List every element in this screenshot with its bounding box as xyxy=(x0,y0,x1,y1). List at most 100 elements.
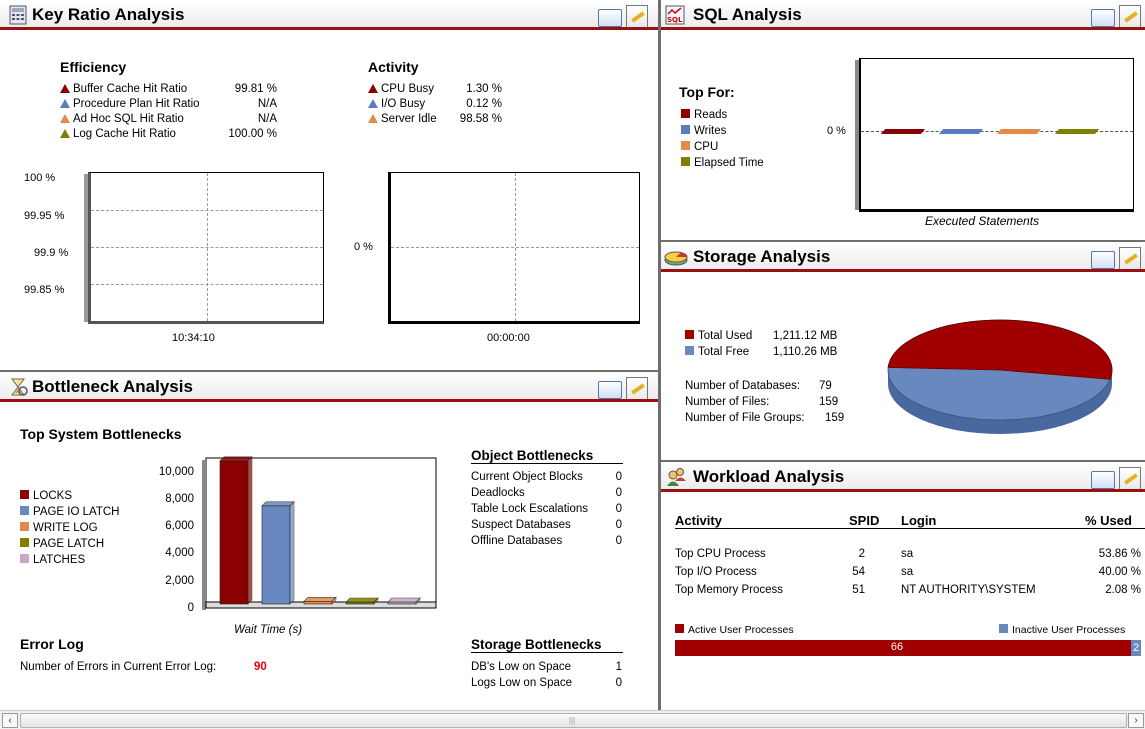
scroll-left-button[interactable]: ‹ xyxy=(2,713,18,728)
workload-header-buttons xyxy=(1091,465,1145,492)
object-bottleneck-value: 0 xyxy=(615,503,622,515)
active-legend: Active User Processes xyxy=(675,624,794,636)
workload-activity: Top CPU Process xyxy=(675,548,766,560)
bottleneck-bar-top xyxy=(261,501,295,507)
triangle-icon xyxy=(368,84,378,93)
edit-icon[interactable] xyxy=(626,377,648,401)
efficiency-item: Buffer Cache Hit Ratio xyxy=(60,83,187,95)
sql-legend-item: CPU xyxy=(681,141,718,153)
key-ratio-panel: Key Ratio Analysis Efficiency Buffer Cac… xyxy=(0,0,658,370)
bottleneck-legend-item: PAGE LATCH xyxy=(20,538,104,550)
storage-panel: Storage Analysis Total Used 1,211.12 MB To… xyxy=(661,242,1145,460)
x-tick-label: 10:34:10 xyxy=(172,332,215,344)
bottleneck-legend-item: PAGE IO LATCH xyxy=(20,506,119,518)
object-bottleneck-value: 0 xyxy=(615,519,622,531)
svg-text:SQL: SQL xyxy=(667,16,683,24)
object-bottleneck-label: Deadlocks xyxy=(471,487,525,499)
maximize-icon[interactable] xyxy=(598,381,622,402)
error-count-label: Number of Errors in Current Error Log: xyxy=(20,661,217,673)
sql-legend-label: CPU xyxy=(694,141,719,153)
legend-swatch xyxy=(20,490,29,499)
storage-legend-label: Total Used xyxy=(698,330,753,342)
chart-wall xyxy=(202,460,206,610)
efficiency-value: N/A xyxy=(257,98,277,110)
scroll-right-button[interactable]: › xyxy=(1128,713,1144,728)
key-ratio-title: Key Ratio Analysis xyxy=(32,5,185,24)
bottleneck-bar xyxy=(219,460,249,605)
edit-icon[interactable] xyxy=(1119,247,1141,271)
y-tick-label: 0 % xyxy=(354,241,373,253)
y-tick-label: 6,000 xyxy=(165,520,194,533)
y-tick-label: 99.9 % xyxy=(34,247,69,259)
efficiency-item: Procedure Plan Hit Ratio xyxy=(60,98,200,110)
workload-login: sa xyxy=(901,566,914,578)
horizontal-scrollbar[interactable]: ‹ ||| › xyxy=(0,710,1145,729)
y-tick-label: 0 xyxy=(187,602,194,614)
user-process-bar: 66 2 xyxy=(675,640,1141,656)
edit-icon[interactable] xyxy=(1119,467,1141,491)
workload-spid: 2 xyxy=(858,548,865,560)
efficiency-heading: Efficiency xyxy=(60,59,127,75)
legend-swatch xyxy=(20,554,29,563)
edit-icon[interactable] xyxy=(626,5,648,29)
activity-item: Server Idle xyxy=(368,113,437,125)
sql-bar xyxy=(880,129,926,134)
y-tick-label: 100 % xyxy=(24,172,56,184)
workload-login: sa xyxy=(901,548,914,560)
triangle-icon xyxy=(368,99,378,108)
sql-legend-item: Elapsed Time xyxy=(681,157,764,169)
workload-used: 53.86 % xyxy=(1098,548,1141,560)
activity-label: Server Idle xyxy=(381,113,437,125)
error-log-heading: Error Log xyxy=(20,636,84,652)
bottleneck-legend-label: PAGE IO LATCH xyxy=(33,506,120,518)
y-tick-label: 4,000 xyxy=(165,547,194,560)
col-header-used: % Used xyxy=(1085,513,1132,528)
bottleneck-header-buttons xyxy=(598,375,658,402)
storage-stat-value: 159 xyxy=(825,412,845,424)
triangle-icon xyxy=(60,99,70,108)
efficiency-item: Ad Hoc SQL Hit Ratio xyxy=(60,113,184,125)
sql-legend-item: Writes xyxy=(681,125,726,137)
sql-bar xyxy=(938,129,984,134)
sql-x-label: Executed Statements xyxy=(925,214,1040,228)
storage-title: Storage Analysis xyxy=(693,247,831,266)
efficiency-item: Log Cache Hit Ratio xyxy=(60,128,176,140)
users-icon xyxy=(665,467,686,487)
hourglass-icon xyxy=(8,377,28,397)
bottleneck-panel: Bottleneck Analysis Top System Bottlenec… xyxy=(0,372,658,710)
sql-legend-label: Writes xyxy=(694,125,727,137)
maximize-icon[interactable] xyxy=(1091,251,1115,272)
activity-value: 1.30 % xyxy=(466,83,502,95)
legend-swatch xyxy=(681,141,690,150)
storage-icon xyxy=(663,247,689,267)
workload-spid: 51 xyxy=(852,584,865,596)
storage-bottlenecks-heading: Storage Bottlenecks xyxy=(471,637,623,653)
storage-legend-item: Total Free xyxy=(685,346,749,358)
x-tick-label: 00:00:00 xyxy=(487,332,530,344)
storage-bottleneck-value: 1 xyxy=(615,661,622,673)
storage-bottleneck-label: Logs Low on Space xyxy=(471,677,573,689)
maximize-icon[interactable] xyxy=(598,9,622,30)
storage-stat-value: 159 xyxy=(819,396,839,408)
maximize-icon[interactable] xyxy=(1091,9,1115,30)
object-bottleneck-label: Suspect Databases xyxy=(471,519,571,531)
scroll-thumb[interactable]: ||| xyxy=(20,713,1127,728)
sql-legend-item: Reads xyxy=(681,109,727,121)
edit-icon[interactable] xyxy=(1119,5,1141,29)
storage-stat-label: Number of Files: xyxy=(685,396,770,408)
workload-header: Workload Analysis xyxy=(661,462,1145,492)
storage-pie-chart xyxy=(887,319,1113,434)
activity-label: I/O Busy xyxy=(381,98,426,110)
efficiency-label: Procedure Plan Hit Ratio xyxy=(73,98,200,110)
sql-header: SQL SQL Analysis xyxy=(661,0,1145,30)
error-count-value[interactable]: 90 xyxy=(254,661,267,673)
sql-header-buttons xyxy=(1091,3,1145,30)
legend-swatch xyxy=(685,330,694,339)
buffer-ratio-chart xyxy=(88,172,324,324)
storage-stat-value: 79 xyxy=(819,380,832,392)
bottleneck-legend-label: PAGE LATCH xyxy=(33,538,105,550)
activity-item: I/O Busy xyxy=(368,98,425,110)
maximize-icon[interactable] xyxy=(1091,471,1115,492)
workload-spid: 54 xyxy=(852,566,865,578)
top-for-heading: Top For: xyxy=(679,84,735,100)
